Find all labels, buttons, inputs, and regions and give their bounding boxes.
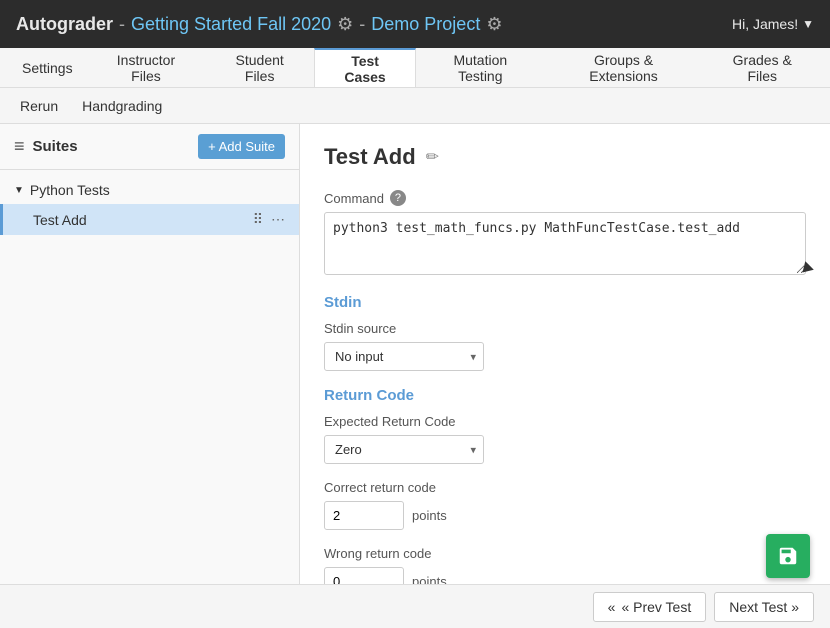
next-test-label: Next Test » xyxy=(729,599,799,615)
more-options-icon[interactable]: ⋯ xyxy=(271,211,285,228)
handgrading-button[interactable]: Handgrading xyxy=(70,92,174,120)
save-button[interactable] xyxy=(766,534,810,578)
test-item-label: Test Add xyxy=(33,212,87,228)
tab-mutation-testing[interactable]: Mutation Testing xyxy=(416,48,544,87)
header-left: Autograder - Getting Started Fall 2020 ⚙… xyxy=(16,14,502,35)
correct-return-code-group: Correct return code points xyxy=(324,480,806,530)
brand-name: Autograder xyxy=(16,14,113,35)
return-code-section: Return Code Expected Return Code Zero No… xyxy=(324,387,806,596)
tab-instructor-files[interactable]: Instructor Files xyxy=(87,48,206,87)
command-help-icon[interactable]: ? xyxy=(390,190,406,206)
suite-name: Python Tests xyxy=(30,182,110,198)
correct-return-code-input[interactable] xyxy=(324,501,404,530)
suite-group: ▼ Python Tests Test Add ⠿ ⋯ xyxy=(0,170,299,241)
stdin-source-select[interactable]: No input Text File xyxy=(324,342,484,371)
prev-chevron-icon: « xyxy=(608,599,616,615)
project-title[interactable]: Getting Started Fall 2020 xyxy=(131,14,331,35)
command-label: Command ? xyxy=(324,190,806,206)
nav-tabs: Settings Instructor Files Student Files … xyxy=(0,48,830,88)
separator2: - xyxy=(359,14,365,35)
gear1-icon[interactable]: ⚙ xyxy=(337,14,353,35)
tab-settings[interactable]: Settings xyxy=(8,48,87,87)
separator1: - xyxy=(119,14,125,35)
prev-test-button[interactable]: « « Prev Test xyxy=(593,592,707,622)
expected-return-code-group: Expected Return Code Zero Nonzero ▾ xyxy=(324,414,806,464)
main-layout: ≡ Suites + Add Suite ▼ Python Tests Test… xyxy=(0,124,830,628)
bottom-bar: « « Prev Test Next Test » xyxy=(0,584,830,628)
correct-return-code-label: Correct return code xyxy=(324,480,806,495)
sidebar-header: ≡ Suites + Add Suite xyxy=(0,124,299,170)
gear2-icon[interactable]: ⚙ xyxy=(486,14,502,35)
user-menu[interactable]: Hi, James! ▼ xyxy=(732,16,814,32)
prev-test-label: « Prev Test xyxy=(621,599,691,615)
stdin-source-wrapper: No input Text File ▾ xyxy=(324,342,484,371)
command-section: Command ? python3 test_math_funcs.py Mat… xyxy=(324,190,806,278)
command-label-text: Command xyxy=(324,191,384,206)
suite-label-python-tests[interactable]: ▼ Python Tests xyxy=(0,176,299,204)
hamburger-icon[interactable]: ≡ xyxy=(14,136,25,157)
stdin-source-group: Stdin source No input Text File ▾ xyxy=(324,321,806,371)
correct-points-label: points xyxy=(412,508,447,523)
wrong-return-code-label: Wrong return code xyxy=(324,546,806,561)
chevron-down-icon: ▼ xyxy=(802,17,814,31)
tab-student-files[interactable]: Student Files xyxy=(205,48,314,87)
stdin-section-label: Stdin xyxy=(324,294,806,311)
expected-return-code-wrapper: Zero Nonzero ▾ xyxy=(324,435,484,464)
user-greeting: Hi, James! xyxy=(732,16,798,32)
sidebar: ≡ Suites + Add Suite ▼ Python Tests Test… xyxy=(0,124,300,628)
app-header: Autograder - Getting Started Fall 2020 ⚙… xyxy=(0,0,830,48)
content-area: Test Add ✏ Command ? python3 test_math_f… xyxy=(300,124,830,628)
test-item-actions: ⠿ ⋯ xyxy=(253,211,285,228)
correct-return-code-row: points xyxy=(324,501,806,530)
drag-icon[interactable]: ⠿ xyxy=(253,211,263,228)
save-icon xyxy=(777,545,799,567)
sidebar-title-group: ≡ Suites xyxy=(14,136,78,157)
triangle-icon: ▼ xyxy=(14,185,24,196)
edit-icon[interactable]: ✏ xyxy=(426,147,439,167)
return-code-section-label: Return Code xyxy=(324,387,806,404)
project-name[interactable]: Demo Project xyxy=(371,14,480,35)
tab-groups-extensions[interactable]: Groups & Extensions xyxy=(545,48,703,87)
rerun-button[interactable]: Rerun xyxy=(8,92,70,120)
sub-nav: Rerun Handgrading xyxy=(0,88,830,124)
tab-grades-files[interactable]: Grades & Files xyxy=(703,48,822,87)
content-title-row: Test Add ✏ xyxy=(324,144,806,170)
stdin-section: Stdin Stdin source No input Text File ▾ xyxy=(324,294,806,371)
command-textarea[interactable]: python3 test_math_funcs.py MathFuncTestC… xyxy=(324,212,806,275)
expected-return-code-label: Expected Return Code xyxy=(324,414,806,429)
stdin-source-label: Stdin source xyxy=(324,321,806,336)
add-suite-button[interactable]: + Add Suite xyxy=(198,134,285,159)
next-test-button[interactable]: Next Test » xyxy=(714,592,814,622)
expected-return-code-select[interactable]: Zero Nonzero xyxy=(324,435,484,464)
sidebar-title: Suites xyxy=(33,138,78,155)
test-item-test-add[interactable]: Test Add ⠿ ⋯ xyxy=(0,204,299,235)
tab-test-cases[interactable]: Test Cases xyxy=(314,48,416,87)
content-title: Test Add xyxy=(324,144,416,170)
